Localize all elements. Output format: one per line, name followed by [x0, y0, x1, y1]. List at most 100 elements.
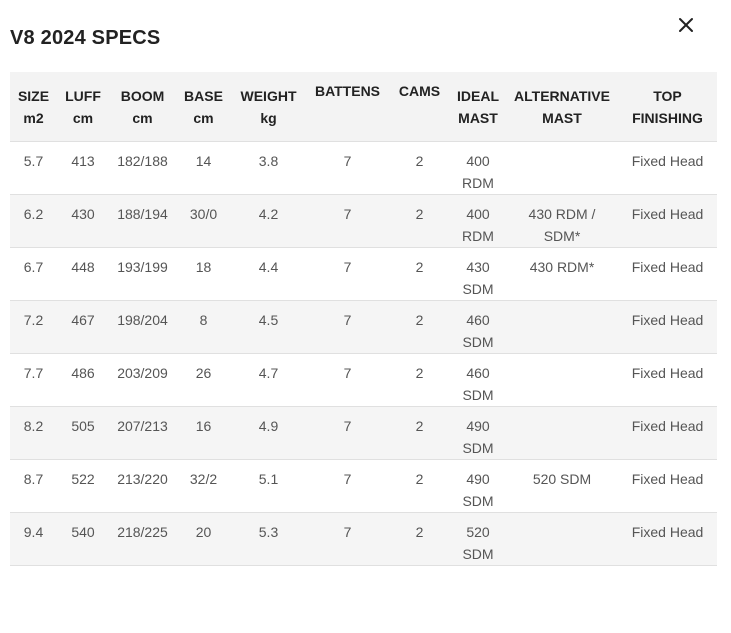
cell-cams: 2 [389, 406, 450, 460]
ideal-mast-line1: 490 [466, 418, 490, 434]
cell-size: 9.4 [10, 512, 57, 566]
cell-luff: 486 [57, 353, 109, 407]
cell-size: 5.7 [10, 141, 57, 195]
table-header: SIZE m2 LUFF cm BOOM cm BASE cm WEIGHT kg BAT… [10, 72, 717, 142]
cell-cams: 2 [389, 353, 450, 407]
cell-top-finishing: Fixed Head [618, 194, 717, 248]
cell-base: 14 [176, 141, 231, 195]
cell-boom: 213/220 [109, 459, 176, 513]
header-battens-line1: BATTENS [314, 83, 381, 99]
header-boom: BOOM cm [109, 72, 176, 142]
cell-top-finishing: Fixed Head [618, 512, 717, 566]
cell-boom: 182/188 [109, 141, 176, 195]
cell-weight: 3.8 [231, 141, 306, 195]
ideal-mast-line1: 490 [466, 471, 490, 487]
header-weight-line1: WEIGHT [240, 87, 297, 104]
cell-alternative-mast [506, 141, 618, 195]
close-icon [679, 18, 693, 32]
cell-size: 7.7 [10, 353, 57, 407]
cell-alternative-mast: 430 RDM* [506, 247, 618, 301]
header-top-finishing: TOP FINISHING [618, 72, 717, 142]
cell-cams: 2 [389, 141, 450, 195]
cell-luff: 522 [57, 459, 109, 513]
table-row: 8.7 522 213/220 32/2 5.1 7 2 490 SDM 520 … [10, 459, 717, 513]
cell-base: 18 [176, 247, 231, 301]
header-weight-line2: kg [260, 109, 277, 126]
cell-boom: 207/213 [109, 406, 176, 460]
cell-alternative-mast [506, 300, 618, 354]
cell-top-finishing: Fixed Head [618, 353, 717, 407]
ideal-mast-line2: SDM [462, 281, 494, 297]
ideal-mast-line2: SDM [462, 440, 494, 456]
ideal-mast-line2: RDM [462, 175, 494, 191]
cell-cams: 2 [389, 247, 450, 301]
ideal-mast-line2: RDM [462, 228, 494, 244]
header-ideal-mast-line2: MAST [458, 109, 498, 126]
header-ideal-mast: IDEAL MAST [450, 72, 506, 142]
cell-base: 26 [176, 353, 231, 407]
cell-ideal-mast: 430 SDM [450, 247, 506, 301]
table-row: 7.7 486 203/209 26 4.7 7 2 460 SDM Fixed … [10, 353, 717, 407]
cell-top-finishing: Fixed Head [618, 247, 717, 301]
header-cams-line1: CAMS [398, 83, 441, 99]
cell-ideal-mast: 520 SDM [450, 512, 506, 566]
header-base-line1: BASE [184, 87, 223, 104]
header-boom-line2: cm [132, 109, 153, 126]
cell-ideal-mast: 490 SDM [450, 459, 506, 513]
cell-base: 16 [176, 406, 231, 460]
cell-boom: 218/225 [109, 512, 176, 566]
ideal-mast-line1: 400 [466, 153, 490, 169]
cell-weight: 4.5 [231, 300, 306, 354]
cell-battens: 7 [306, 406, 389, 460]
cell-luff: 467 [57, 300, 109, 354]
cell-battens: 7 [306, 353, 389, 407]
cell-luff: 505 [57, 406, 109, 460]
cell-boom: 203/209 [109, 353, 176, 407]
ideal-mast-line1: 520 [466, 524, 490, 540]
table-row: 5.7 413 182/188 14 3.8 7 2 400 RDM Fixed … [10, 141, 717, 195]
alt-mast-line1: 520 SDM [532, 471, 592, 487]
header-size: SIZE m2 [10, 72, 57, 142]
header-luff-line2: cm [72, 109, 94, 126]
table-row: 7.2 467 198/204 8 4.5 7 2 460 SDM Fixed H… [10, 300, 717, 354]
cell-battens: 7 [306, 141, 389, 195]
cell-cams: 2 [389, 459, 450, 513]
cell-boom: 188/194 [109, 194, 176, 248]
table-row: 9.4 540 218/225 20 5.3 7 2 520 SDM Fixed … [10, 512, 717, 566]
cell-size: 6.7 [10, 247, 57, 301]
cell-ideal-mast: 400 RDM [450, 194, 506, 248]
header-alternative-mast: ALTERNATIVE MAST [506, 72, 618, 142]
cell-alternative-mast: 520 SDM [506, 459, 618, 513]
header-boom-line1: BOOM [120, 87, 165, 104]
cell-weight: 4.2 [231, 194, 306, 248]
cell-luff: 413 [57, 141, 109, 195]
header-weight: WEIGHT kg [231, 72, 306, 142]
cell-alternative-mast [506, 353, 618, 407]
ideal-mast-line1: 400 [466, 206, 490, 222]
table-row: 6.2 430 188/194 30/0 4.2 7 2 400 RDM 430 … [10, 194, 717, 248]
cell-weight: 4.9 [231, 406, 306, 460]
ideal-mast-line1: 460 [466, 312, 490, 328]
header-row: SIZE m2 LUFF cm BOOM cm BASE cm WEIGHT kg BAT… [10, 72, 717, 142]
alt-mast-line1: 430 RDM* [529, 259, 595, 275]
table-row: 6.7 448 193/199 18 4.4 7 2 430 SDM 430 RD… [10, 247, 717, 301]
header-top-finishing-line1: TOP [653, 87, 682, 104]
cell-battens: 7 [306, 300, 389, 354]
cell-battens: 7 [306, 194, 389, 248]
cell-size: 6.2 [10, 194, 57, 248]
header-luff: LUFF cm [57, 72, 109, 142]
cell-weight: 4.4 [231, 247, 306, 301]
cell-ideal-mast: 460 SDM [450, 300, 506, 354]
modal-title: V8 2024 SPECS [10, 27, 161, 50]
header-battens: BATTENS [306, 72, 389, 142]
cell-cams: 2 [389, 512, 450, 566]
specs-table: SIZE m2 LUFF cm BOOM cm BASE cm WEIGHT kg BAT… [10, 72, 717, 566]
ideal-mast-line2: SDM [462, 493, 494, 509]
cell-battens: 7 [306, 459, 389, 513]
header-alternative-mast-line1: ALTERNATIVE [514, 87, 610, 104]
header-size-line1: SIZE [17, 87, 50, 104]
table-row: 8.2 505 207/213 16 4.9 7 2 490 SDM Fixed … [10, 406, 717, 460]
close-button[interactable] [671, 10, 701, 40]
cell-cams: 2 [389, 194, 450, 248]
ideal-mast-line1: 430 [466, 259, 490, 275]
